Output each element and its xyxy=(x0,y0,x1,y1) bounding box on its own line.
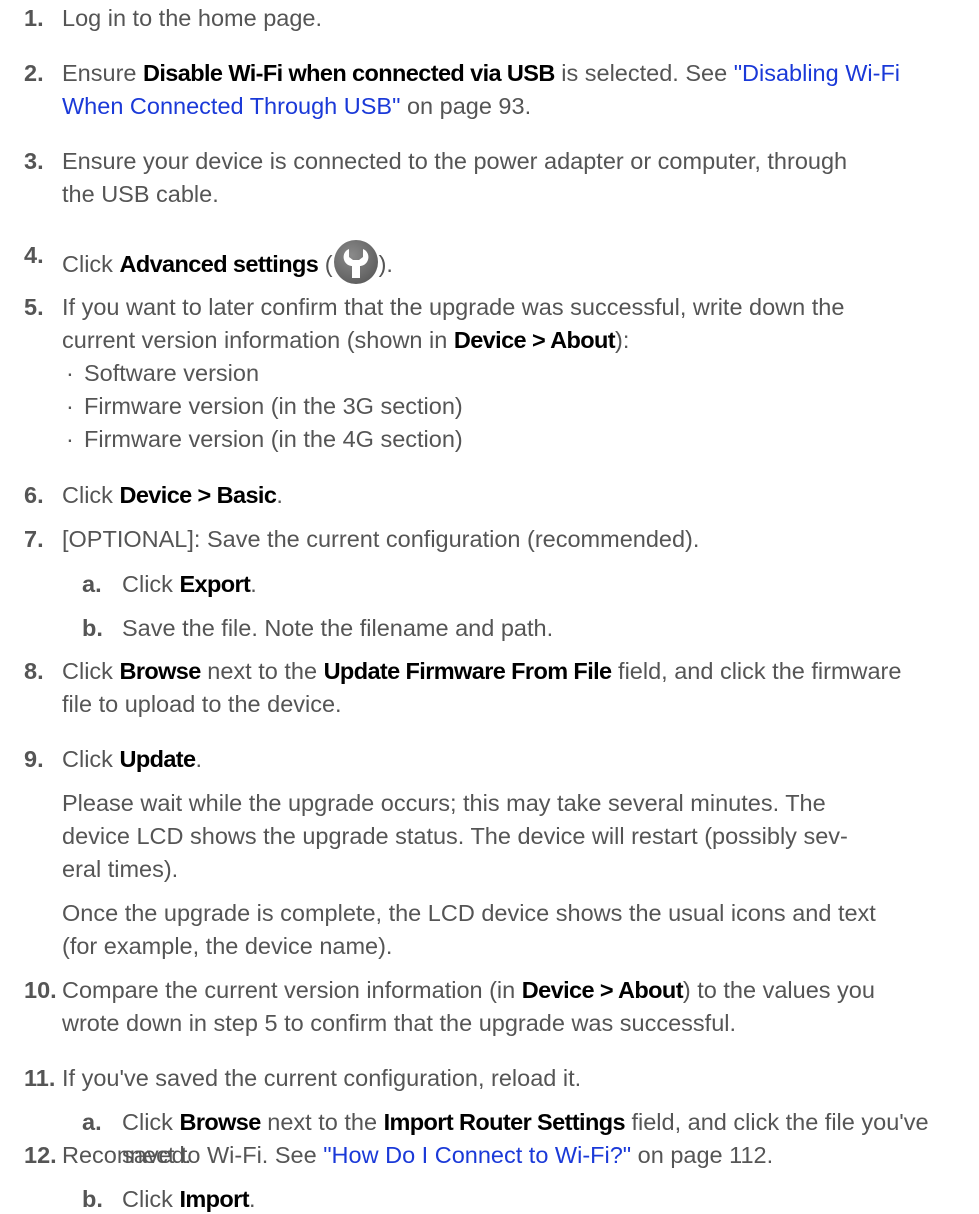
text: ) to the values you xyxy=(682,977,875,1003)
step-number: 8. xyxy=(24,658,44,684)
text: field, and click the firmware xyxy=(611,658,902,684)
step-text: If you've saved the current configuratio… xyxy=(62,1065,582,1091)
wrench-icon xyxy=(333,240,378,284)
text: Click xyxy=(122,1109,180,1135)
text: Click xyxy=(62,482,120,508)
step-text: If you want to later confirm that the up… xyxy=(62,294,845,320)
step-number: 11. xyxy=(24,1065,56,1091)
text: ). xyxy=(378,251,393,277)
paragraph-line: Once the upgrade is complete, the LCD de… xyxy=(62,900,876,926)
step-text: Compare the current version information … xyxy=(62,975,875,1005)
ui-term: Browse xyxy=(179,1109,261,1135)
step-number: 2. xyxy=(24,60,44,86)
text: field, and click the file you've xyxy=(624,1109,929,1135)
text: Click xyxy=(62,251,120,277)
substep-text: Save the file. Note the filename and pat… xyxy=(122,615,554,641)
ui-term: Browse xyxy=(119,658,201,684)
bullet-item: Software version xyxy=(84,360,260,386)
step-text: the USB cable. xyxy=(62,181,219,207)
step-number: 3. xyxy=(24,148,44,174)
ui-term: Advanced settings xyxy=(119,251,319,277)
text: current version information (shown in xyxy=(62,327,454,353)
step-number: 5. xyxy=(24,294,44,320)
cross-reference-link[interactable]: "How Do I Connect to Wi-Fi?" xyxy=(323,1142,631,1168)
ui-term: Update Firmware From File xyxy=(323,658,613,684)
step-text: When Connected Through USB" on page 93. xyxy=(62,91,531,121)
substep-letter: a. xyxy=(82,571,102,597)
paragraph-line: eral times). xyxy=(62,856,179,882)
bullet-marker: · xyxy=(66,426,74,452)
paragraph-line: (for example, the device name). xyxy=(62,933,393,959)
text: Ensure xyxy=(62,60,143,86)
step-text: Log in to the home page. xyxy=(62,3,322,33)
substep-text: Click Export. xyxy=(122,569,257,599)
step-text: current version information (shown in De… xyxy=(62,325,629,355)
substep-letter: b. xyxy=(82,615,103,641)
text: on page 112. xyxy=(631,1142,774,1168)
substep-text: Click Import. xyxy=(122,1184,256,1214)
step-text: Click Update. xyxy=(62,744,202,774)
step-number: 12. xyxy=(24,1142,57,1168)
text: Click xyxy=(62,658,120,684)
ui-term: Disable Wi-Fi when connected via USB xyxy=(143,60,555,86)
paragraph-line: device LCD shows the upgrade status. The… xyxy=(62,823,848,849)
text: Reconnect to Wi-Fi. See xyxy=(62,1142,324,1168)
cross-reference-link[interactable]: "Disabling Wi-Fi xyxy=(734,60,900,86)
step-number: 4. xyxy=(24,242,44,268)
step-text: Click Browse next to the Update Firmware… xyxy=(62,656,901,686)
step-text: file to upload to the device. xyxy=(62,691,342,717)
bullet-item: Firmware version (in the 4G section) xyxy=(84,426,463,452)
text: Compare the current version information … xyxy=(62,977,522,1003)
text: . xyxy=(250,571,257,597)
step-number: 6. xyxy=(24,482,44,508)
text: Log in to the home page. xyxy=(62,5,323,31)
text: . xyxy=(276,482,283,508)
bullet-marker: · xyxy=(66,393,74,419)
step-number: 1. xyxy=(24,5,44,31)
step-text: Reconnect to Wi-Fi. See "How Do I Connec… xyxy=(62,1140,773,1170)
bullet-item: Firmware version (in the 3G section) xyxy=(84,393,463,419)
text: on page 93. xyxy=(400,93,532,119)
ui-term: Device > About xyxy=(453,327,616,353)
bullet-marker: · xyxy=(66,360,74,386)
ui-term: Device > Basic xyxy=(119,482,277,508)
step-number: 9. xyxy=(24,746,44,772)
substep-letter: b. xyxy=(82,1186,103,1212)
text: next to the xyxy=(200,658,324,684)
text: ( xyxy=(318,251,333,277)
ui-term: Import Router Settings xyxy=(383,1109,626,1135)
step-number: 7. xyxy=(24,526,44,552)
paragraph-line: Please wait while the upgrade occurs; th… xyxy=(62,790,826,816)
step-text: Click Device > Basic. xyxy=(62,480,283,510)
step-number: 10. xyxy=(24,977,57,1003)
step-text: [OPTIONAL]: Save the current configurati… xyxy=(62,526,700,552)
text: Click xyxy=(122,571,180,597)
text: Click xyxy=(62,746,120,772)
text: . xyxy=(195,746,203,772)
step-text: Click Advanced settings (). xyxy=(62,240,393,284)
ui-term: Device > About xyxy=(521,977,684,1003)
step-text: Ensure Disable Wi-Fi when connected via … xyxy=(62,58,900,88)
cross-reference-link[interactable]: When Connected Through USB" xyxy=(62,93,400,119)
ui-term: Update xyxy=(119,746,196,772)
instruction-page: 1. Log in to the home page. 2. Ensure Di… xyxy=(0,0,979,1212)
text: next to the xyxy=(260,1109,384,1135)
ui-term: Export xyxy=(179,571,251,597)
text: is selected. See xyxy=(554,60,734,86)
step-text: Ensure your device is connected to the p… xyxy=(62,148,848,174)
ui-term: Import xyxy=(179,1186,249,1212)
step-text: wrote down in step 5 to confirm that the… xyxy=(62,1010,737,1036)
text: . xyxy=(248,1186,256,1212)
substep-text: Click Browse next to the Import Router S… xyxy=(122,1107,929,1137)
text: ): xyxy=(615,327,630,353)
text: Click xyxy=(122,1186,180,1212)
substep-letter: a. xyxy=(82,1109,102,1135)
